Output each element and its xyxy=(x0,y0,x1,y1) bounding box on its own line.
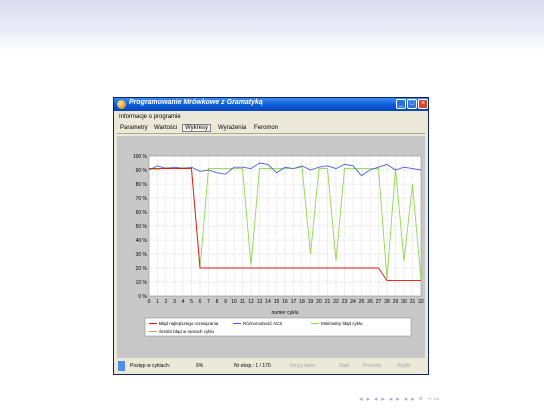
x-tick-label: 31 xyxy=(410,299,416,305)
tab-wykresy[interactable]: Wykresy xyxy=(182,124,211,132)
x-tick-label: 16 xyxy=(282,299,288,305)
minimize-button[interactable]: _ xyxy=(396,99,406,109)
window-title: Programowanie Mrówkowe z Gramatyką xyxy=(129,99,263,106)
x-tick-label: 2 xyxy=(165,299,168,305)
status-bar: Postęp w cyklach: 6% Nr eksp.: 1 / 170 I… xyxy=(116,360,426,372)
tab-wartosci[interactable]: Wartości xyxy=(152,125,179,131)
legend-entry: Błąd najlepszego rozwiązania xyxy=(159,321,219,326)
y-tick-label: 30 % xyxy=(136,252,148,258)
start-button[interactable]: Start xyxy=(339,363,350,369)
x-tick-label: 8 xyxy=(216,299,219,305)
x-tick-label: 5 xyxy=(190,299,193,305)
x-axis-label: numer cyklu xyxy=(272,310,299,316)
x-tick-label: 30 xyxy=(401,299,407,305)
y-tick-label: 50 % xyxy=(136,224,148,230)
tab-feromon[interactable]: Feromon xyxy=(252,125,280,131)
legend-entry: Minimalny błąd cyklu xyxy=(321,321,363,326)
x-tick-label: 28 xyxy=(384,299,390,305)
app-window: Programowanie Mrówkowe z Gramatyką _ □ ×… xyxy=(113,97,429,375)
x-tick-label: 12 xyxy=(248,299,254,305)
progress-value: 6% xyxy=(196,363,204,369)
x-tick-label: 10 xyxy=(231,299,237,305)
x-tick-label: 25 xyxy=(359,299,365,305)
results-chart: 0 1 2 3 4 5 6 7 8 9 10 11 12 13 14 15 16 17 18 19 20 21 22 23 24… xyxy=(117,136,425,358)
legend-entry: Różnorodność ACS xyxy=(243,321,282,326)
tab-parametry[interactable]: Parametry xyxy=(118,125,150,131)
x-tick-label: 27 xyxy=(376,299,382,305)
y-tick-label: 10 % xyxy=(136,280,148,286)
slide-header-band xyxy=(0,0,544,52)
exit-button[interactable]: Wyjdź xyxy=(397,363,411,369)
x-tick-label: 14 xyxy=(265,299,271,305)
tab-wyrazenia[interactable]: Wyrażenia xyxy=(216,125,248,131)
maximize-button[interactable]: □ xyxy=(407,99,417,109)
x-tick-label: 11 xyxy=(240,299,245,305)
y-tick-label: 90 % xyxy=(136,168,148,174)
y-tick-label: 60 % xyxy=(136,210,148,216)
experiment-counter: Nr eksp.: 1 / 170 xyxy=(234,363,271,369)
y-tick-label: 70 % xyxy=(136,196,148,202)
x-tick-label: 24 xyxy=(350,299,356,305)
x-tick-label: 18 xyxy=(299,299,305,305)
slide-navigation[interactable]: ◂ ▸ ◂ ▸ ◂ ▸ ◂ ▸ ≡ ∽∾ xyxy=(359,395,440,403)
tab-divider xyxy=(117,133,425,134)
x-tick-label: 13 xyxy=(257,299,263,305)
x-tick-label: 19 xyxy=(308,299,314,305)
legend-entry: Średni błąd w ramach cyklu xyxy=(159,327,215,334)
x-tick-label: 4 xyxy=(182,299,185,305)
x-tick-label: 6 xyxy=(199,299,202,305)
x-tick-label: 32 xyxy=(418,299,424,305)
x-tick-label: 23 xyxy=(342,299,348,305)
y-tick-label: 40 % xyxy=(136,238,148,244)
menu-info[interactable]: Informacje o programie xyxy=(119,114,181,120)
stop-button[interactable]: Przerwij xyxy=(363,363,381,369)
y-tick-label: 100 % xyxy=(133,154,148,160)
x-tick-label: 21 xyxy=(325,299,331,305)
x-tick-label: 17 xyxy=(291,299,297,305)
x-tick-label: 26 xyxy=(367,299,373,305)
y-tick-label: 80 % xyxy=(136,182,148,188)
x-tick-label: 29 xyxy=(393,299,399,305)
app-icon xyxy=(117,100,126,109)
x-tick-label: 3 xyxy=(173,299,176,305)
y-tick-label: 20 % xyxy=(136,266,148,272)
progress-label: Postęp w cyklach: xyxy=(130,363,171,369)
x-tick-label: 20 xyxy=(316,299,322,305)
x-tick-label: 7 xyxy=(207,299,210,305)
x-tick-label: 0 xyxy=(148,299,151,305)
x-tick-label: 9 xyxy=(224,299,227,305)
y-tick-label: 0 % xyxy=(138,294,147,300)
title-bar[interactable]: Programowanie Mrówkowe z Gramatyką _ □ × xyxy=(114,98,428,111)
x-tick-label: 22 xyxy=(333,299,339,305)
x-tick-label: 15 xyxy=(274,299,280,305)
init-data-button[interactable]: Inicjuj dane xyxy=(290,363,315,369)
status-indicator xyxy=(118,361,125,371)
x-tick-label: 1 xyxy=(156,299,159,305)
close-button[interactable]: × xyxy=(418,99,428,109)
